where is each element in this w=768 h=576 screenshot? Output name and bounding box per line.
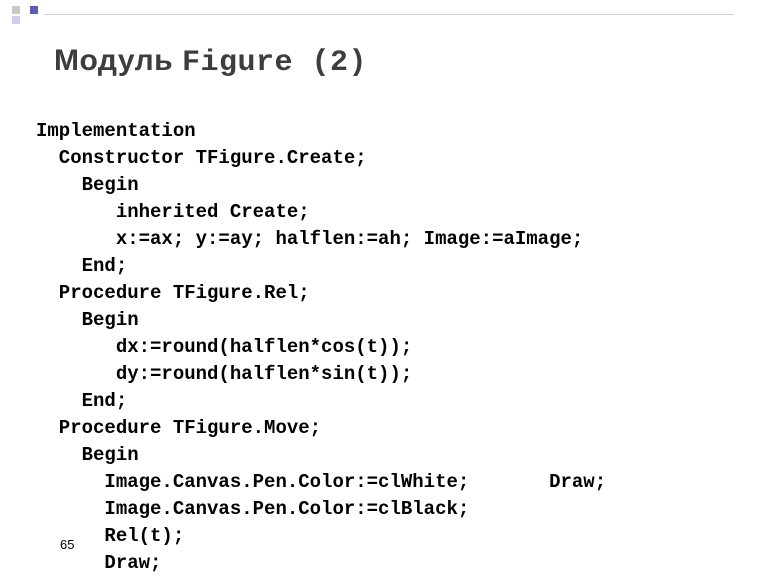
code-line: Image.Canvas.Pen.Color:=clWhite; Draw; xyxy=(36,471,606,493)
page-number: 65 xyxy=(60,537,74,552)
square-icon xyxy=(12,16,20,24)
square-icon xyxy=(12,6,20,14)
corner-decoration xyxy=(12,6,48,26)
code-line: Begin xyxy=(36,174,139,196)
code-line: Begin xyxy=(36,444,139,466)
code-line: Draw; xyxy=(36,552,161,574)
slide: Модуль Figure (2) Implementation Constru… xyxy=(0,0,768,576)
code-line: Constructor TFigure.Create; xyxy=(36,147,367,169)
code-line: Implementation xyxy=(36,120,196,142)
code-line: Image.Canvas.Pen.Color:=clBlack; xyxy=(36,498,469,520)
code-line: Begin xyxy=(36,309,139,331)
title-text: Модуль xyxy=(54,44,173,77)
square-icon xyxy=(30,6,38,14)
code-line: inherited Create; xyxy=(36,201,310,223)
code-line: End; xyxy=(36,390,127,412)
code-line: Procedure TFigure.Move; xyxy=(36,417,321,439)
code-line: Procedure TFigure.Rel; xyxy=(36,282,310,304)
divider xyxy=(44,14,734,15)
code-block: Implementation Constructor TFigure.Creat… xyxy=(36,118,606,576)
code-line: Rel(t); xyxy=(36,525,184,547)
code-line: dx:=round(halflen*cos(t)); xyxy=(36,336,412,358)
code-line: End; xyxy=(36,255,127,277)
code-line: x:=ax; y:=ay; halflen:=ah; Image:=aImage… xyxy=(36,228,583,250)
code-line: dy:=round(halflen*sin(t)); xyxy=(36,363,412,385)
title-code: Figure (2) xyxy=(182,46,367,80)
page-title: Модуль Figure (2) xyxy=(54,44,367,80)
